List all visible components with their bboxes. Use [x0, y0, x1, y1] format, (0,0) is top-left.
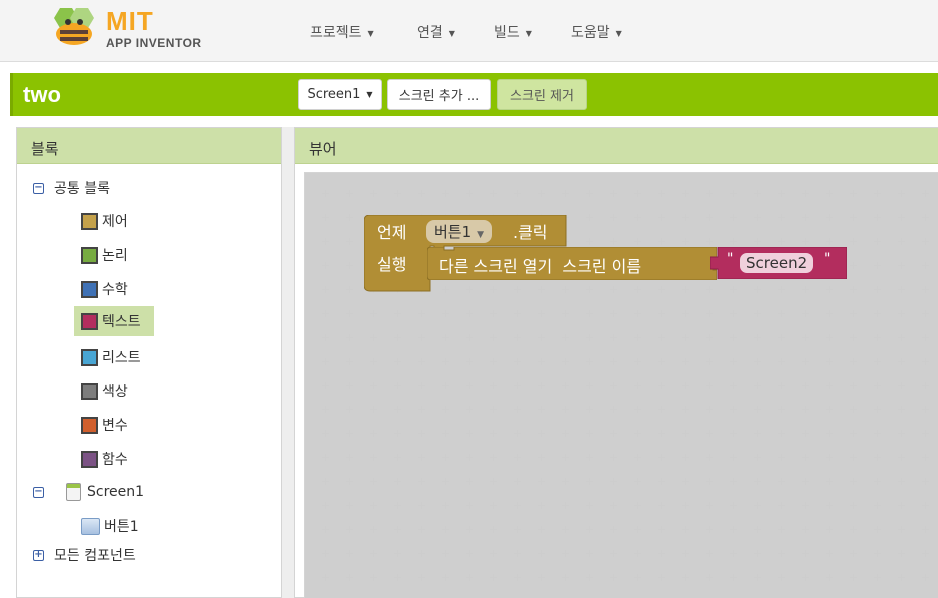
tree-all-components[interactable]: + 모든 컴포넌트 — [33, 545, 136, 565]
tree-item-math[interactable]: 수학 — [81, 279, 128, 299]
caret-down-icon: ▼ — [367, 28, 374, 38]
tree-item-colors[interactable]: 색상 — [81, 381, 128, 401]
tree-screen[interactable]: − Screen1 — [33, 483, 144, 501]
tree-item-text[interactable]: 텍스트 — [74, 306, 154, 336]
menu-help-label: 도움말 — [571, 25, 610, 41]
tree-item-label: 수학 — [102, 282, 128, 298]
blocks-panel: 블록 − 공통 블록 제어 논리 수학 텍스트 리스트 색상 변수 함수 − S… — [16, 127, 282, 598]
project-name: two — [23, 82, 61, 107]
tree-item-logic[interactable]: 논리 — [81, 245, 128, 265]
caret-down-icon: ▼ — [448, 28, 455, 38]
bee-logo-icon — [54, 8, 94, 45]
viewer-panel-title: 뷰어 — [295, 128, 938, 164]
caret-down-icon: ▼ — [525, 28, 532, 38]
event-name-label: .클릭 — [513, 223, 548, 242]
menu-project[interactable]: 프로젝트 ▼ — [310, 22, 374, 42]
menu-build-label: 빌드 — [494, 25, 520, 41]
tree-component-button[interactable]: 버튼1 — [81, 516, 139, 536]
menu-help[interactable]: 도움말 ▼ — [571, 22, 622, 42]
tree-item-label: 텍스트 — [102, 314, 141, 330]
tree-item-control[interactable]: 제어 — [81, 211, 128, 231]
string-quote-open: " — [727, 251, 734, 267]
screen-select-label: Screen1 — [307, 87, 361, 102]
tree-component-label: 버튼1 — [104, 519, 139, 535]
tree-item-label: 논리 — [102, 248, 128, 264]
tree-item-procedures[interactable]: 함수 — [81, 449, 128, 469]
button-component-icon — [81, 517, 100, 535]
remove-screen-label: 스크린 제거 — [510, 89, 574, 104]
caret-down-icon: ▼ — [366, 90, 373, 99]
remove-screen-button[interactable]: 스크린 제거 — [497, 79, 587, 110]
variables-swatch-icon — [81, 416, 98, 434]
string-value-field[interactable]: Screen2 — [740, 253, 814, 273]
menu-connect[interactable]: 연결 ▼ — [417, 22, 455, 42]
event-when-label: 언제 — [377, 223, 407, 242]
tree-item-label: 색상 — [102, 384, 128, 400]
event-do-label: 실행 — [377, 255, 407, 274]
control-swatch-icon — [81, 212, 98, 230]
screen-select[interactable]: Screen1 ▼ — [298, 79, 382, 110]
procedures-swatch-icon — [81, 450, 98, 468]
lists-swatch-icon — [81, 348, 98, 366]
tree-builtin[interactable]: − 공통 블록 — [33, 178, 110, 198]
tree-builtin-label: 공통 블록 — [54, 181, 110, 197]
menu-project-label: 프로젝트 — [310, 25, 362, 41]
tree-all-components-label: 모든 컴포넌트 — [54, 548, 136, 564]
math-swatch-icon — [81, 280, 98, 298]
tree-item-label: 함수 — [102, 452, 128, 468]
string-quote-close: " — [824, 251, 831, 267]
screen-icon — [66, 483, 81, 501]
tree-item-variables[interactable]: 변수 — [81, 415, 128, 435]
tree-screen-label: Screen1 — [87, 484, 145, 500]
caret-down-icon: ▼ — [477, 230, 485, 240]
add-screen-label: 스크린 추가 ... — [398, 89, 480, 104]
component-dropdown-label: 버튼1 — [434, 223, 472, 241]
logo-title: MIT — [106, 6, 154, 36]
colors-swatch-icon — [81, 382, 98, 400]
collapse-icon[interactable]: − — [33, 182, 44, 194]
logo-subtitle: APP INVENTOR — [106, 36, 202, 50]
menu-build[interactable]: 빌드 ▼ — [494, 22, 532, 42]
logic-swatch-icon — [81, 246, 98, 264]
collapse-icon[interactable]: − — [33, 486, 44, 498]
call-block-label: 다른 스크린 열기 스크린 이름 — [439, 257, 642, 276]
expand-icon[interactable]: + — [33, 549, 44, 561]
tree-item-label: 제어 — [102, 214, 128, 230]
component-dropdown[interactable]: 버튼1 ▼ — [426, 220, 493, 243]
panel-splitter[interactable] — [282, 127, 294, 598]
text-swatch-icon — [81, 312, 98, 330]
tree-item-label: 리스트 — [102, 350, 141, 366]
top-bar: MIT APP INVENTOR 프로젝트 ▼ 연결 ▼ 빌드 ▼ 도움말 ▼ — [0, 0, 938, 62]
tree-item-label: 변수 — [102, 418, 128, 434]
add-screen-button[interactable]: 스크린 추가 ... — [387, 79, 491, 110]
project-bar: two Screen1 ▼ 스크린 추가 ... 스크린 제거 — [10, 73, 938, 116]
blocks-panel-title: 블록 — [17, 128, 281, 164]
menu-connect-label: 연결 — [417, 25, 443, 41]
string-value-text: Screen2 — [746, 254, 808, 272]
app-inventor-logo[interactable]: MIT APP INVENTOR — [46, 4, 206, 56]
blocks-workspace[interactable]: 언제 버튼1 ▼ .클릭 실행 다른 스크린 열기 스크린 이름 " Screen… — [304, 172, 938, 598]
tree-item-lists[interactable]: 리스트 — [81, 347, 141, 367]
caret-down-icon: ▼ — [615, 28, 622, 38]
